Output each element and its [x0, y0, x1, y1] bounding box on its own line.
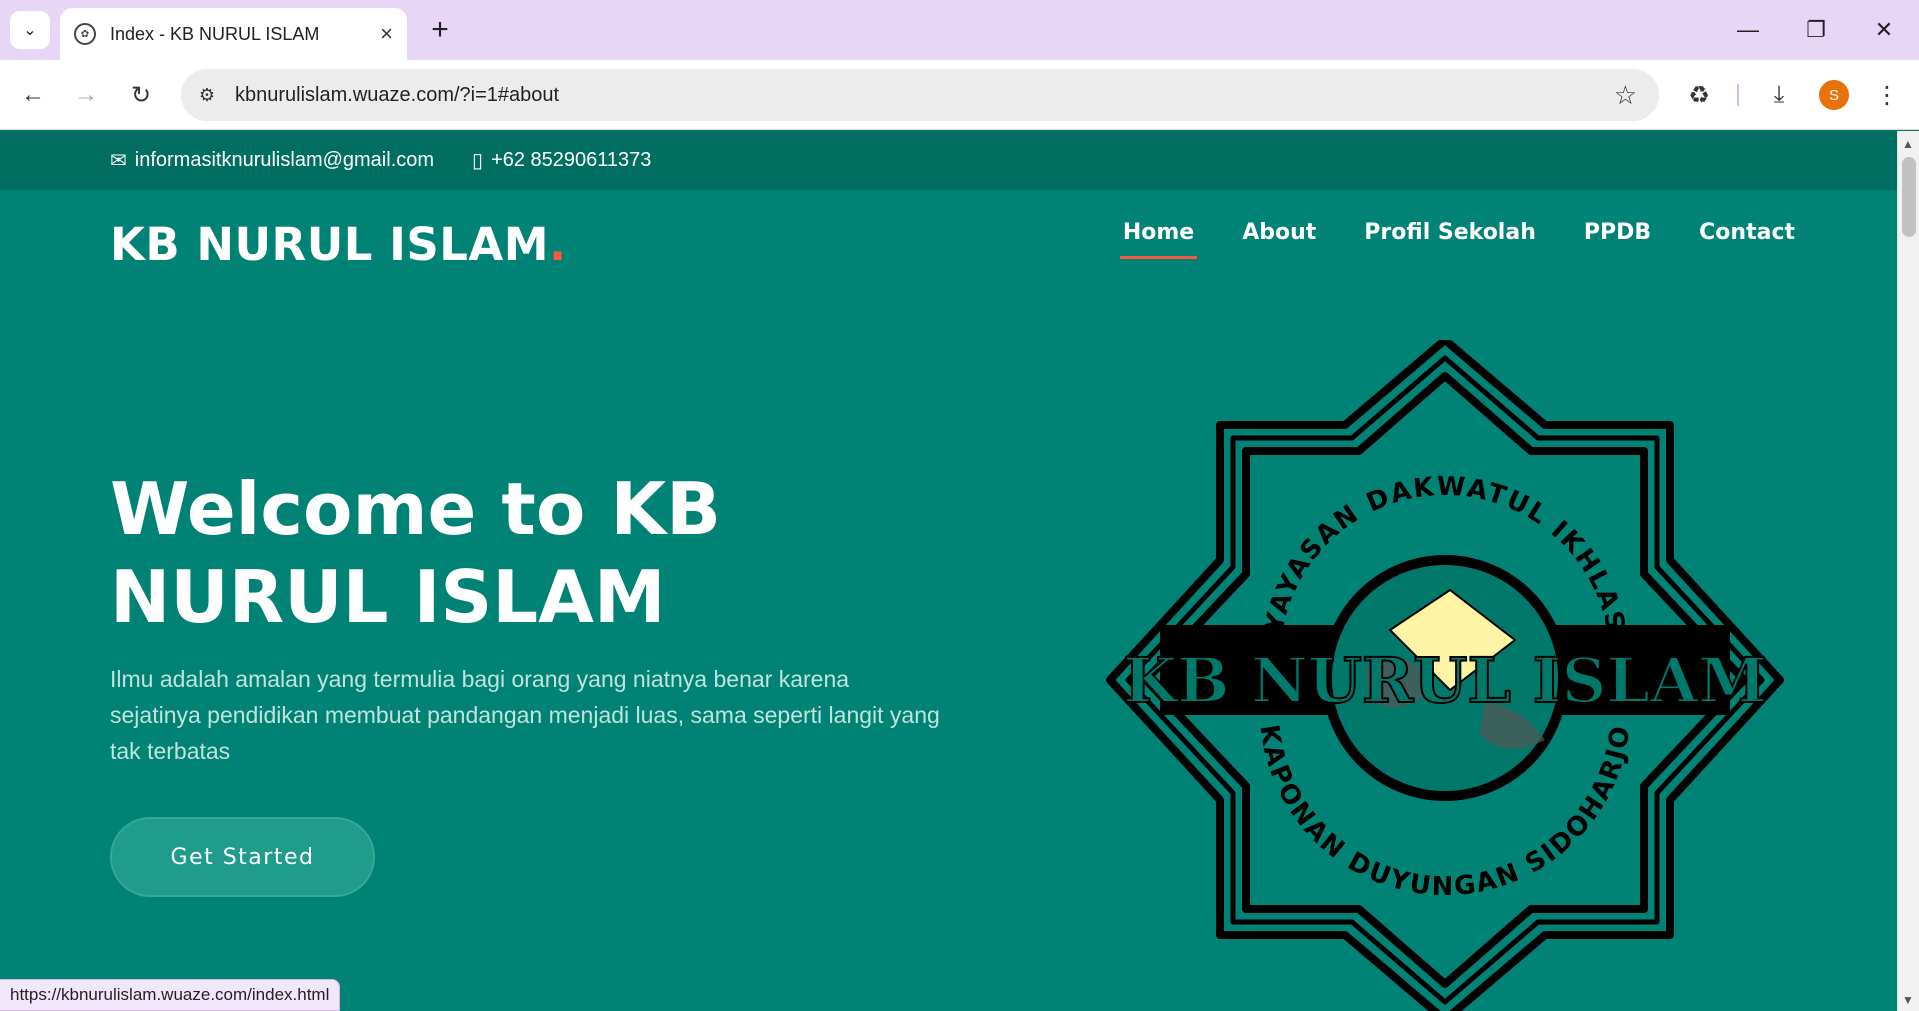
emblem-center-text: KB NURUL ISLAM [1123, 644, 1767, 717]
brand-name[interactable]: KB NURUL ISLAM [110, 218, 549, 271]
contact-topbar: ✉ informasitknurulislam@gmail.com ▯ +62 … [0, 131, 1897, 190]
menu-kebab-icon[interactable]: ⋮ [1869, 77, 1905, 113]
browser-tab[interactable]: ✿ Index - KB NURUL ISLAM × [60, 8, 407, 60]
brand-dot: . [549, 218, 567, 271]
page-scrollbar[interactable]: ▲ ▼ [1897, 131, 1919, 1011]
close-tab-icon[interactable]: × [380, 21, 393, 47]
close-window-icon[interactable]: ✕ [1866, 12, 1902, 48]
status-bar-link: https://kbnurulislam.wuaze.com/index.htm… [0, 979, 341, 1011]
site-logo-text[interactable]: KB NURUL ISLAM. [110, 218, 567, 271]
toolbar-divider [1737, 84, 1739, 106]
email-text[interactable]: informasitknurulislam@gmail.com [135, 149, 434, 172]
nav-about[interactable]: About [1242, 220, 1316, 255]
bookmark-star-icon[interactable]: ☆ [1614, 80, 1637, 111]
envelope-icon: ✉ [110, 150, 127, 172]
scroll-down-arrow-icon[interactable]: ▼ [1902, 993, 1914, 1007]
hero-title-line-1: Welcome to KB [110, 467, 722, 551]
nav-ppdb[interactable]: PPDB [1584, 220, 1651, 255]
new-tab-button[interactable]: + [424, 13, 456, 46]
hero-title: Welcome to KB NURUL ISLAM [110, 465, 810, 641]
phone-contact: ▯ +62 85290611373 [472, 148, 651, 173]
hero-description: Ilmu adalah amalan yang termulia bagi or… [110, 666, 940, 764]
nav-contact[interactable]: Contact [1699, 220, 1795, 255]
profile-avatar[interactable]: S [1819, 80, 1849, 110]
main-nav: Home About Profil Sekolah PPDB Contact [1075, 220, 1795, 259]
site-settings-icon[interactable]: ⚙ [187, 75, 227, 115]
nav-home[interactable]: Home [1119, 220, 1198, 259]
back-icon[interactable]: ← [15, 77, 51, 113]
minimize-icon[interactable]: — [1730, 12, 1766, 48]
site-header: KB NURUL ISLAM. Home About Profil Sekola… [0, 190, 1897, 300]
get-started-button[interactable]: Get Started [110, 817, 375, 897]
restore-window-icon[interactable]: ❐ [1798, 12, 1834, 48]
browser-toolbar: ← → ↻ ⚙ kbnurulislam.wuaze.com/?i=1#abou… [0, 60, 1919, 130]
extensions-icon[interactable]: ♻ [1681, 77, 1717, 113]
web-page: ✉ informasitknurulislam@gmail.com ▯ +62 … [0, 131, 1897, 1011]
tab-search-button[interactable]: ⌄ [10, 11, 50, 49]
scroll-up-arrow-icon[interactable]: ▲ [1902, 137, 1914, 151]
download-icon[interactable]: ⤓ [1761, 77, 1797, 113]
nav-profil-sekolah[interactable]: Profil Sekolah [1364, 220, 1536, 255]
hero-title-line-2: NURUL ISLAM [110, 555, 666, 639]
reload-icon[interactable]: ↻ [123, 77, 159, 113]
phone-text: +62 85290611373 [491, 149, 652, 171]
chevron-down-icon: ⌄ [23, 22, 37, 39]
school-emblem-logo: KB NURUL ISLAM YAYASAN DAKWATUL IKHLAS K… [1106, 340, 1784, 1011]
scrollbar-thumb[interactable] [1902, 157, 1916, 237]
phone-icon: ▯ [472, 150, 484, 172]
hero-section: Welcome to KB NURUL ISLAM Ilmu adalah am… [0, 300, 1897, 1011]
url-text[interactable]: kbnurulislam.wuaze.com/?i=1#about [235, 84, 1614, 107]
forward-icon[interactable]: → [68, 77, 104, 113]
tab-title: Index - KB NURUL ISLAM [110, 23, 320, 44]
site-favicon-icon: ✿ [74, 23, 96, 45]
address-bar[interactable]: ⚙ kbnurulislam.wuaze.com/?i=1#about ☆ [181, 69, 1659, 121]
browser-tab-strip: ⌄ ✿ Index - KB NURUL ISLAM × + — ❐ ✕ [0, 0, 1919, 60]
email-contact[interactable]: ✉ informasitknurulislam@gmail.com [110, 148, 434, 173]
